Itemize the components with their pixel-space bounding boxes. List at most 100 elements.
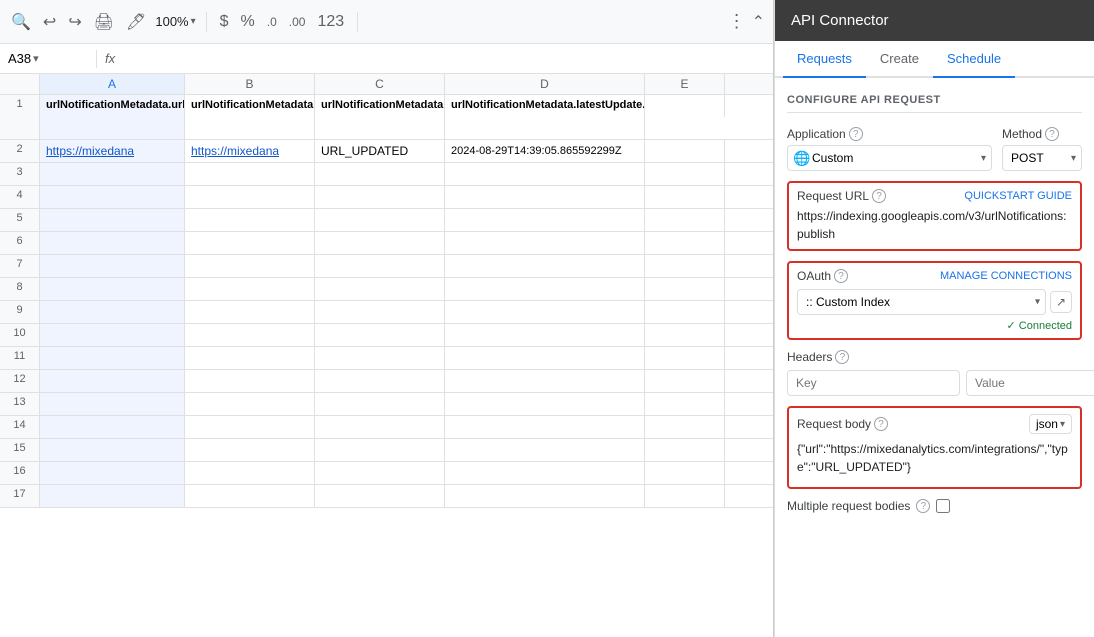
table-row: 8 — [0, 278, 773, 301]
body-header: Request body ? json ▾ — [797, 414, 1072, 434]
cell-2e[interactable] — [645, 140, 725, 162]
multiple-request-bodies-checkbox[interactable] — [936, 499, 950, 513]
request-body-label: Request body ? — [797, 417, 888, 431]
cell-1d[interactable]: urlNotificationMetadata.latestUpdate.not… — [445, 95, 645, 139]
undo-icon[interactable]: ↩ — [40, 9, 59, 35]
oauth-select-row: :: Custom Index ▾ ↗ — [797, 289, 1072, 315]
oauth-select[interactable]: :: Custom Index — [797, 289, 1046, 315]
cell-reference[interactable]: A38 ▾ — [8, 51, 88, 66]
col-header-e[interactable]: E — [645, 74, 725, 94]
cell-2d[interactable]: 2024-08-29T14:39:05.865592299Z — [445, 140, 645, 162]
method-select[interactable]: POST — [1002, 145, 1082, 171]
table-row: 3 — [0, 163, 773, 186]
cell-ref-dropdown-icon[interactable]: ▾ — [33, 52, 39, 65]
table-row: 1 urlNotificationMetadata.url urlNotific… — [0, 95, 773, 140]
request-url-label: Request URL ? — [797, 189, 886, 203]
collapse-icon[interactable]: ⌃ — [752, 12, 765, 32]
cell-1b[interactable]: urlNotificationMetadata.latestUpdate.url — [185, 95, 315, 139]
oauth-external-link-icon[interactable]: ↗ — [1050, 291, 1072, 313]
api-panel: API Connector Requests Create Schedule C… — [774, 0, 1094, 637]
zoom-control[interactable]: 100% ▾ — [155, 14, 195, 29]
paint-format-icon[interactable]: 🖊 — [123, 9, 149, 35]
toolbar-separator-2 — [357, 12, 358, 32]
oauth-label: OAuth ? — [797, 269, 848, 283]
oauth-select-wrapper: :: Custom Index ▾ — [797, 289, 1046, 315]
zoom-dropdown-icon[interactable]: ▾ — [191, 16, 196, 27]
number-icon[interactable]: 123 — [314, 10, 347, 34]
table-row: 13 — [0, 393, 773, 416]
table-row: 14 — [0, 416, 773, 439]
headers-label: Headers ? — [787, 350, 1082, 364]
cell-2c[interactable]: URL_UPDATED — [315, 140, 445, 162]
quickstart-guide-link[interactable]: QUICKSTART GUIDE — [964, 190, 1072, 202]
headers-help-icon[interactable]: ? — [835, 350, 849, 364]
connected-status: ✓ Connected — [797, 315, 1072, 332]
decimal-icon[interactable]: .0 — [264, 12, 280, 32]
oauth-box: OAuth ? MANAGE CONNECTIONS :: Custom Ind… — [787, 261, 1082, 340]
col-header-b[interactable]: B — [185, 74, 315, 94]
body-text-value[interactable]: {"url":"https://mixedanalytics.com/integ… — [797, 440, 1072, 481]
col-header-a[interactable]: A — [40, 74, 185, 94]
body-format-value: json — [1036, 417, 1058, 431]
cell-1e[interactable] — [645, 95, 725, 117]
table-row: 17 — [0, 485, 773, 508]
table-row: 12 — [0, 370, 773, 393]
multiple-request-bodies-label: Multiple request bodies — [787, 499, 910, 513]
table-row: 10 — [0, 324, 773, 347]
api-panel-tabs: Requests Create Schedule — [775, 41, 1094, 78]
method-help-icon[interactable]: ? — [1045, 127, 1059, 141]
print-icon[interactable]: 🖨 — [91, 9, 117, 35]
api-panel-title: API Connector — [775, 0, 1094, 41]
request-body-box: Request body ? json ▾ {"url":"https://mi… — [787, 406, 1082, 489]
cell-2a[interactable]: https://mixedana — [40, 140, 185, 162]
table-row: 15 — [0, 439, 773, 462]
method-select-wrapper: POST ▾ — [1002, 145, 1082, 171]
cell-1a[interactable]: urlNotificationMetadata.url — [40, 95, 185, 139]
oauth-help-icon[interactable]: ? — [834, 269, 848, 283]
multiple-bodies-help-icon[interactable]: ? — [916, 499, 930, 513]
redo-icon[interactable]: ↪ — [65, 9, 84, 35]
request-url-value[interactable]: https://indexing.googleapis.com/v3/urlNo… — [797, 207, 1072, 243]
table-row: 7 — [0, 255, 773, 278]
cell-2a-link[interactable]: https://mixedana — [46, 144, 134, 158]
body-help-icon[interactable]: ? — [874, 417, 888, 431]
tab-create[interactable]: Create — [866, 41, 933, 78]
cell-1c[interactable]: urlNotificationMetadata.latestUpdate.typ… — [315, 95, 445, 139]
table-row: 6 — [0, 232, 773, 255]
request-url-help-icon[interactable]: ? — [872, 189, 886, 203]
application-label: Application ? — [787, 127, 992, 141]
api-panel-body: CONFIGURE API REQUEST Application ? 🌐 Cu… — [775, 78, 1094, 525]
application-select[interactable]: Custom — [787, 145, 992, 171]
tab-requests[interactable]: Requests — [783, 41, 866, 78]
application-help-icon[interactable]: ? — [849, 127, 863, 141]
body-format-select[interactable]: json ▾ — [1029, 414, 1072, 434]
table-row: 4 — [0, 186, 773, 209]
cell-2b[interactable]: https://mixedana — [185, 140, 315, 162]
search-icon[interactable]: 🔍 — [8, 9, 34, 35]
row-num-1: 1 — [0, 95, 40, 139]
zoom-value: 100% — [155, 14, 188, 29]
oauth-header: OAuth ? MANAGE CONNECTIONS — [797, 269, 1072, 283]
tab-schedule[interactable]: Schedule — [933, 41, 1015, 78]
header-key-input[interactable] — [787, 370, 960, 396]
row-num-header — [0, 74, 40, 94]
formula-bar-separator — [96, 50, 97, 68]
more-options-icon[interactable]: ⋮ — [728, 11, 746, 32]
manage-connections-link[interactable]: MANAGE CONNECTIONS — [940, 270, 1072, 282]
decimal2-icon[interactable]: .00 — [286, 12, 309, 32]
col-header-c[interactable]: C — [315, 74, 445, 94]
table-row: 2 https://mixedana https://mixedana URL_… — [0, 140, 773, 163]
method-label: Method ? — [1002, 127, 1082, 141]
globe-icon: 🌐 — [793, 150, 810, 167]
percent-icon[interactable]: % — [238, 10, 258, 34]
cell-2b-link[interactable]: https://mixedana — [191, 144, 279, 158]
currency-icon[interactable]: $ — [217, 10, 232, 34]
col-header-d[interactable]: D — [445, 74, 645, 94]
header-value-input[interactable] — [966, 370, 1094, 396]
request-url-box: Request URL ? QUICKSTART GUIDE https://i… — [787, 181, 1082, 251]
body-format-dropdown-icon: ▾ — [1060, 419, 1065, 430]
table-row: 11 — [0, 347, 773, 370]
method-group: Method ? POST ▾ — [1002, 127, 1082, 171]
formula-bar: A38 ▾ fx — [0, 44, 773, 74]
application-select-wrapper: 🌐 Custom ▾ — [787, 145, 992, 171]
